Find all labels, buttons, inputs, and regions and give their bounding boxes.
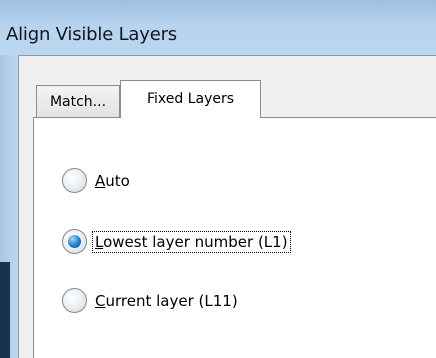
dialog-window: Align Visible Layers Match... Fixed Laye…	[0, 0, 436, 358]
radio-button-lowest-layer[interactable]	[62, 229, 87, 254]
tab-match[interactable]: Match...	[36, 85, 120, 117]
radio-option-auto[interactable]: Auto	[62, 168, 132, 193]
radio-button-current-layer[interactable]	[62, 288, 87, 313]
tab-fixed-layers[interactable]: Fixed Layers	[120, 80, 261, 118]
radio-option-current-layer[interactable]: Current layer (L11)	[62, 288, 240, 313]
window-title: Align Visible Layers	[6, 24, 177, 45]
tab-match-label: Match...	[49, 93, 107, 110]
window-frame-shadow	[0, 262, 10, 358]
tab-fixed-layers-label: Fixed Layers	[146, 90, 235, 107]
radio-option-lowest-layer[interactable]: Lowest layer number (L1)	[62, 229, 291, 254]
title-bar[interactable]: Align Visible Layers	[0, 0, 436, 55]
radio-label-current-layer[interactable]: Current layer (L11)	[93, 291, 240, 311]
radio-button-auto[interactable]	[62, 168, 87, 193]
radio-label-auto[interactable]: Auto	[93, 171, 132, 191]
radio-label-lowest-layer[interactable]: Lowest layer number (L1)	[92, 230, 291, 253]
